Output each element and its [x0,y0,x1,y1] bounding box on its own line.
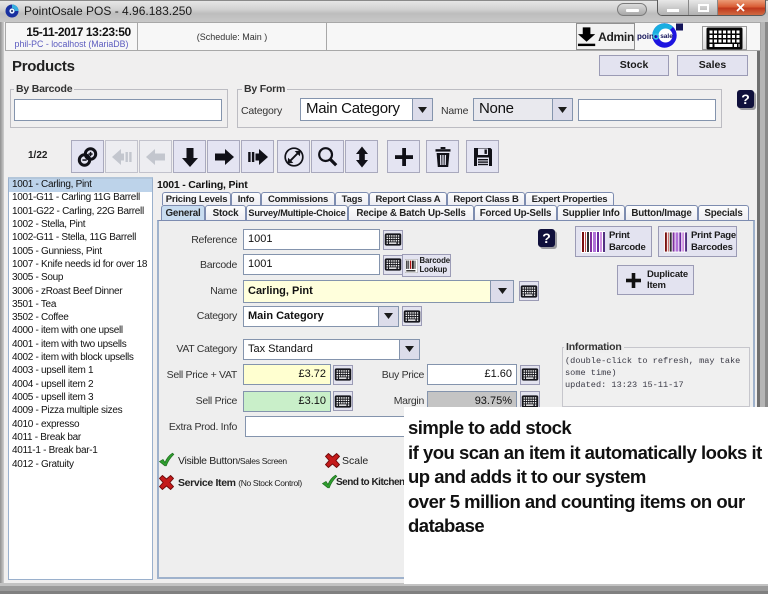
svg-text:sale: sale [660,33,673,40]
